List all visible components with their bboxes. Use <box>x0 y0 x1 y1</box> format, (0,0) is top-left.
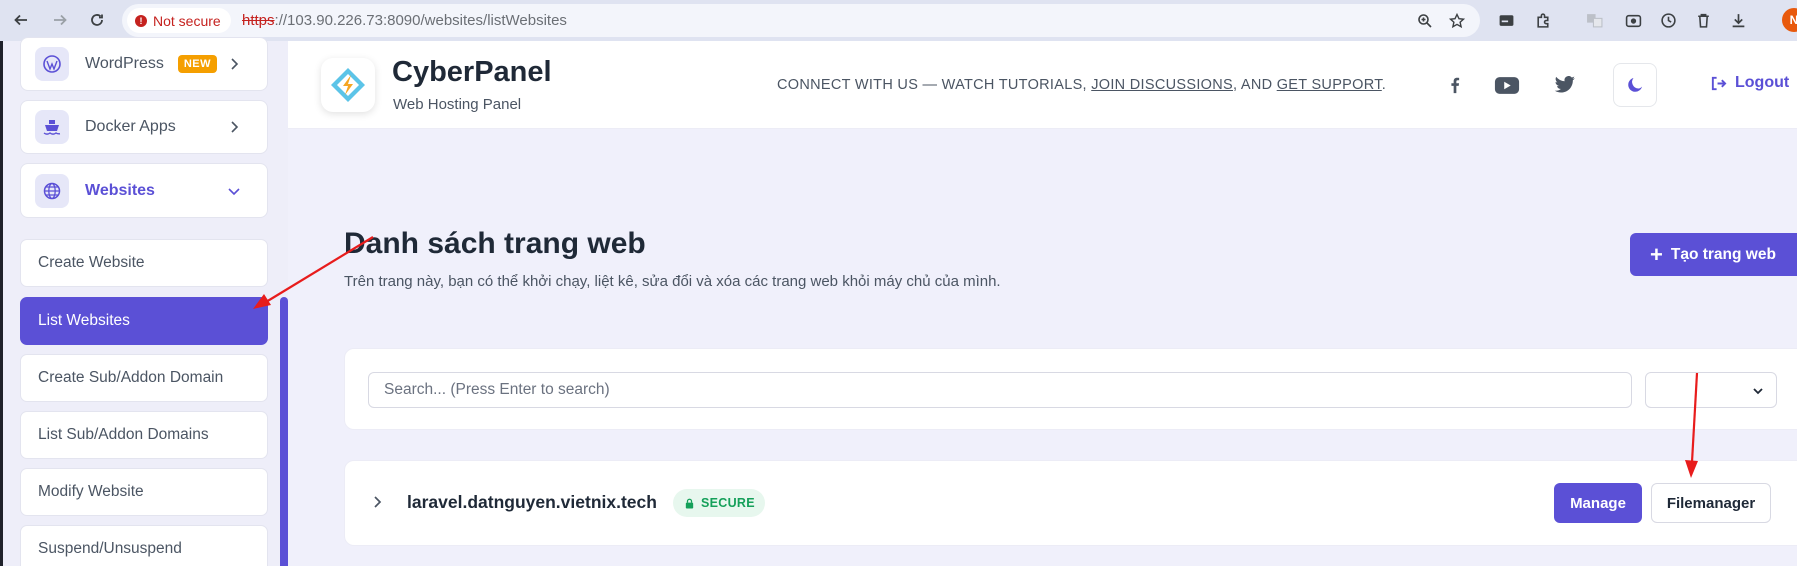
chevron-right-icon <box>231 58 239 70</box>
connect-text: CONNECT WITH US — WATCH TUTORIALS, JOIN … <box>777 77 1386 93</box>
translate-icon[interactable] <box>1583 9 1605 31</box>
logout-icon <box>1711 76 1727 90</box>
create-website-button[interactable]: + Tạo trang web <box>1630 233 1797 276</box>
chevron-right-icon <box>231 121 239 133</box>
brand-tagline: Web Hosting Panel <box>393 96 522 113</box>
join-discussions-link[interactable]: JOIN DISCUSSIONS <box>1091 77 1233 93</box>
chevron-down-icon <box>228 187 240 195</box>
extensions-icon[interactable] <box>1532 9 1554 31</box>
sidebar-item-docker-apps[interactable]: Docker Apps <box>20 100 268 154</box>
history-icon[interactable] <box>1657 9 1679 31</box>
cyberpanel-logo-icon[interactable] <box>321 58 375 112</box>
sidebar: WordPress NEW Docker Apps Websites Creat… <box>3 37 288 566</box>
ship-icon <box>35 110 69 144</box>
search-input[interactable] <box>368 372 1632 408</box>
security-chip-label: Not secure <box>153 12 221 29</box>
lock-icon <box>685 498 694 509</box>
ssl-status-label: SECURE <box>701 496 755 510</box>
sidebar-subitem-list-websites[interactable]: List Websites <box>20 297 268 345</box>
website-domain[interactable]: laravel.datnguyen.vietnix.tech <box>407 492 657 513</box>
sidebar-item-label: Websites <box>85 181 155 199</box>
bookmark-star-icon[interactable] <box>1447 11 1467 31</box>
logout-button[interactable]: Logout <box>1710 74 1789 92</box>
sidebar-subitem-create-sub-addon-domain[interactable]: Create Sub/Addon Domain <box>20 354 268 402</box>
page-title: Danh sách trang web <box>344 227 646 260</box>
sidebar-subitem-create-website[interactable]: Create Website <box>20 239 268 287</box>
connect-suffix: . <box>1381 77 1387 93</box>
reload-icon[interactable] <box>84 7 110 33</box>
connect-prefix: CONNECT WITH US — WATCH TUTORIALS, <box>777 77 1092 93</box>
sidebar-item-label: WordPress <box>85 55 164 72</box>
globe-icon <box>35 173 69 208</box>
twitter-icon[interactable] <box>1552 72 1578 98</box>
chevron-right-icon[interactable] <box>370 495 384 509</box>
manage-button[interactable]: Manage <box>1554 483 1642 523</box>
forward-icon[interactable] <box>47 7 73 33</box>
screenshot-icon[interactable] <box>1622 9 1644 31</box>
get-support-link[interactable]: GET SUPPORT <box>1277 77 1382 93</box>
logout-label: Logout <box>1735 74 1790 91</box>
zoom-icon[interactable] <box>1415 11 1435 31</box>
dark-mode-toggle[interactable] <box>1613 63 1657 107</box>
plus-icon: + <box>1650 241 1663 267</box>
download-icon[interactable] <box>1727 9 1749 31</box>
youtube-icon[interactable] <box>1491 72 1523 98</box>
facebook-icon[interactable] <box>1442 72 1468 98</box>
browser-toolbar: ! Not secure https://103.90.226.73:8090/… <box>0 0 1797 41</box>
create-website-label: Tạo trang web <box>1670 245 1776 263</box>
sidebar-item-websites[interactable]: Websites <box>20 163 268 218</box>
moon-icon <box>1628 78 1642 92</box>
sidebar-subitem-suspend-unsuspend[interactable]: Suspend/Unsuspend <box>20 525 268 566</box>
page-description: Trên trang này, bạn có thể khởi chạy, li… <box>344 273 1001 290</box>
security-chip[interactable]: ! Not secure <box>127 8 231 33</box>
profile-avatar[interactable]: N <box>1782 8 1797 32</box>
address-bar[interactable]: ! Not secure https://103.90.226.73:8090/… <box>122 4 1480 37</box>
filter-select[interactable] <box>1645 372 1777 408</box>
sidebar-item-wordpress[interactable]: WordPress NEW <box>20 37 268 91</box>
connect-mid: , AND <box>1232 77 1277 93</box>
top-header: CyberPanel Web Hosting Panel CONNECT WIT… <box>288 41 1797 129</box>
new-badge: NEW <box>177 55 218 73</box>
trash-icon[interactable] <box>1692 9 1714 31</box>
warning-icon: ! <box>135 14 147 27</box>
website-row: laravel.datnguyen.vietnix.tech SECURE Ma… <box>344 460 1797 546</box>
url-scheme: https <box>242 12 275 29</box>
brand-name: CyberPanel <box>392 56 552 88</box>
wordpress-icon <box>35 47 69 81</box>
url-text[interactable]: https://103.90.226.73:8090/websites/list… <box>242 12 567 29</box>
sidebar-subitem-list-sub-addon-domains[interactable]: List Sub/Addon Domains <box>20 411 268 459</box>
filemanager-button[interactable]: Filemanager <box>1651 483 1771 523</box>
chevron-down-icon <box>1753 388 1763 395</box>
ssl-status-badge: SECURE <box>673 489 765 517</box>
url-path: ://103.90.226.73:8090/websites/listWebsi… <box>274 12 567 29</box>
cast-icon[interactable] <box>1495 9 1517 31</box>
sidebar-item-label: Docker Apps <box>85 118 176 135</box>
sidebar-scrollbar[interactable] <box>280 297 288 566</box>
search-panel <box>344 348 1797 430</box>
sidebar-subitem-modify-website[interactable]: Modify Website <box>20 468 268 516</box>
back-icon[interactable] <box>8 7 34 33</box>
